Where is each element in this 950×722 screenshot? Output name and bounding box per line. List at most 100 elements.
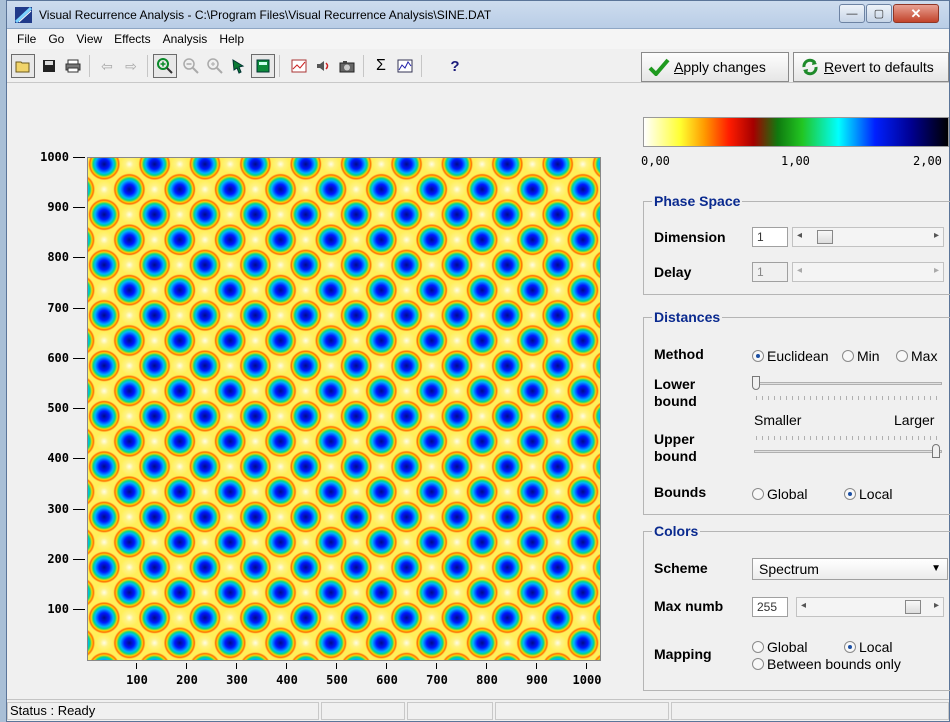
x-tick-label: 100 xyxy=(117,663,157,687)
y-tick-label: 800 xyxy=(21,250,85,264)
pointer-icon[interactable] xyxy=(227,54,251,78)
max-numb-slider-thumb[interactable] xyxy=(905,600,921,614)
color-scale-bar xyxy=(643,117,949,147)
menu-file[interactable]: File xyxy=(11,32,42,46)
chart-icon[interactable] xyxy=(287,54,311,78)
color-scale-max: 2,00 xyxy=(913,154,942,168)
larger-label: Larger xyxy=(894,412,935,428)
delay-slider[interactable]: ◂ ▸ xyxy=(792,262,944,282)
x-tick-label: 700 xyxy=(417,663,457,687)
toolbar: ⇦ ⇨ Σ ? A pply changes R evert to defaul… xyxy=(7,49,949,83)
dimension-label: Dimension xyxy=(654,229,726,245)
lower-bound-slider-thumb[interactable] xyxy=(752,376,760,390)
maximize-button[interactable]: ▢ xyxy=(866,4,892,23)
mapping-local-radio[interactable]: Local xyxy=(844,639,892,655)
recurrence-plot-canvas[interactable] xyxy=(87,157,601,661)
recurrence-plot: 1000 900 800 700 600 500 400 300 200 100… xyxy=(21,117,631,691)
scheme-select[interactable]: Spectrum ▼ xyxy=(752,558,948,580)
revert-to-defaults-button[interactable]: Revert to defaults xyxy=(793,52,949,82)
phase-space-title: Phase Space xyxy=(652,193,743,209)
menu-view[interactable]: View xyxy=(70,32,108,46)
dimension-field[interactable]: 1 xyxy=(752,227,788,247)
y-tick-label: 400 xyxy=(21,451,85,465)
menu-help[interactable]: Help xyxy=(213,32,250,46)
x-tick-label: 800 xyxy=(467,663,507,687)
camera-icon[interactable] xyxy=(335,54,359,78)
open-icon[interactable] xyxy=(11,54,35,78)
x-tick-label: 600 xyxy=(367,663,407,687)
menu-bar: File Go View Effects Analysis Help xyxy=(7,29,949,49)
apply-changes-button[interactable]: Apply changes xyxy=(641,52,789,82)
save-icon[interactable] xyxy=(37,54,61,78)
calculator-icon[interactable] xyxy=(251,54,275,78)
scheme-label: Scheme xyxy=(654,560,708,576)
method-label: Method xyxy=(654,346,704,362)
menu-go[interactable]: Go xyxy=(42,32,70,46)
help-icon[interactable]: ? xyxy=(443,54,467,78)
status-cell-4 xyxy=(495,702,669,720)
y-tick-label: 1000 xyxy=(21,150,85,164)
title-bar: Visual Recurrence Analysis - C:\Program … xyxy=(7,1,949,29)
menu-analysis[interactable]: Analysis xyxy=(157,32,214,46)
delay-label: Delay xyxy=(654,264,692,280)
zoom-out-icon[interactable] xyxy=(179,54,203,78)
arrow-left-icon[interactable]: ⇦ xyxy=(95,54,119,78)
mapping-between-bounds-radio[interactable]: Between bounds only xyxy=(752,656,901,672)
colors-group: Colors Scheme Spectrum ▼ Max numb 255 ◂ … xyxy=(643,523,950,691)
bounds-label: Bounds xyxy=(654,484,707,500)
delay-field[interactable]: 1 xyxy=(752,262,788,282)
upper-bound-label-2: bound xyxy=(654,448,697,464)
chevron-down-icon: ▼ xyxy=(931,563,941,574)
method-max-radio[interactable]: Max xyxy=(896,348,937,364)
zoom-reset-icon[interactable] xyxy=(203,54,227,78)
status-cell-2 xyxy=(321,702,405,720)
distances-title: Distances xyxy=(652,309,723,325)
checkmark-icon xyxy=(648,58,670,76)
phase-space-group: Phase Space Dimension 1 ◂ ▸ Delay 1 ◂ ▸ xyxy=(643,193,950,295)
colors-title: Colors xyxy=(652,523,701,539)
print-icon[interactable] xyxy=(61,54,85,78)
refresh-icon xyxy=(802,58,818,76)
dimension-slider-thumb[interactable] xyxy=(817,230,833,244)
lower-bound-label-2: bound xyxy=(654,393,697,409)
method-euclidean-radio[interactable]: Euclidean xyxy=(752,348,829,364)
y-tick-label: 200 xyxy=(21,552,85,566)
sigma-icon[interactable]: Σ xyxy=(369,54,393,78)
y-tick-label: 700 xyxy=(21,301,85,315)
mapping-label: Mapping xyxy=(654,646,712,662)
upper-bound-slider-thumb[interactable] xyxy=(932,444,940,458)
app-icon xyxy=(15,7,32,23)
x-tick-label: 300 xyxy=(217,663,257,687)
lower-bound-label-1: Lower xyxy=(654,376,696,392)
y-tick-label: 100 xyxy=(21,602,85,616)
arrow-right-icon[interactable]: ⇨ xyxy=(119,54,143,78)
y-tick-label: 300 xyxy=(21,502,85,516)
max-numb-field[interactable]: 255 xyxy=(752,597,788,617)
x-tick-label: 400 xyxy=(267,663,307,687)
upper-bound-slider[interactable] xyxy=(754,450,942,453)
x-tick-label: 900 xyxy=(517,663,557,687)
x-tick-label: 1000 xyxy=(567,663,607,687)
lower-bound-slider[interactable] xyxy=(754,382,942,385)
minimize-button[interactable]: — xyxy=(839,4,865,23)
zoom-in-icon[interactable] xyxy=(153,54,177,78)
status-bar: Status : Ready xyxy=(7,699,949,721)
y-tick-label: 600 xyxy=(21,351,85,365)
color-scale-min: 0,00 xyxy=(641,154,670,168)
app-window: Visual Recurrence Analysis - C:\Program … xyxy=(6,0,950,722)
statistics-icon[interactable] xyxy=(393,54,417,78)
dimension-slider[interactable]: ◂ ▸ xyxy=(792,227,944,247)
bounds-local-radio[interactable]: Local xyxy=(844,486,892,502)
max-numb-label: Max numb xyxy=(654,598,724,614)
color-scale-mid: 1,00 xyxy=(781,154,810,168)
method-min-radio[interactable]: Min xyxy=(842,348,880,364)
menu-effects[interactable]: Effects xyxy=(108,32,156,46)
max-numb-slider[interactable]: ◂ ▸ xyxy=(796,597,944,617)
bounds-global-radio[interactable]: Global xyxy=(752,486,807,502)
mapping-global-radio[interactable]: Global xyxy=(752,639,807,655)
sound-icon[interactable] xyxy=(311,54,335,78)
x-tick-label: 200 xyxy=(167,663,207,687)
status-cell-3 xyxy=(407,702,493,720)
close-button[interactable]: ✕ xyxy=(893,4,939,23)
status-cell-5 xyxy=(671,702,949,720)
